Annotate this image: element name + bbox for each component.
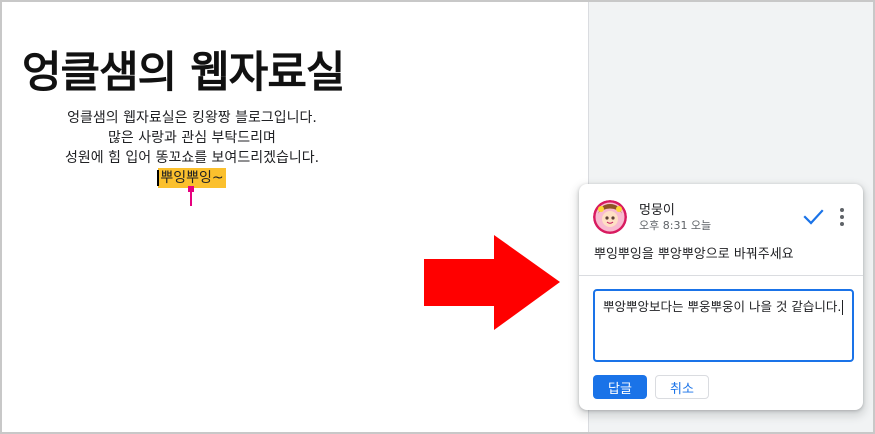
more-vert-icon[interactable] xyxy=(837,206,847,228)
document-page[interactable]: 엉클샘의 웹자료실 엉클샘의 웹자료실은 킹왕짱 블로그입니다. 많은 사랑과 … xyxy=(2,2,588,432)
cancel-button[interactable]: 취소 xyxy=(655,375,709,399)
document-body[interactable]: 엉클샘의 웹자료실은 킹왕짱 블로그입니다. 많은 사랑과 관심 부탁드리며 성… xyxy=(2,108,382,188)
text-caret xyxy=(157,170,160,186)
comment-divider xyxy=(579,275,863,276)
screenshot-frame: 엉클샘의 웹자료실 엉클샘의 웹자료실은 킹왕짱 블로그입니다. 많은 사랑과 … xyxy=(0,0,875,434)
reply-button[interactable]: 답글 xyxy=(593,375,647,399)
avatar-image-icon xyxy=(593,200,627,234)
body-line: 엉클샘의 웹자료실은 킹왕짱 블로그입니다. xyxy=(67,110,317,126)
comment-card[interactable]: 멍뭉이 오후 8:31 오늘 뿌잉뿌잉을 뿌앙뿌앙으로 바꿔주세요 뿌앙뿌앙보다… xyxy=(579,184,863,410)
checkmark-icon[interactable] xyxy=(802,206,824,228)
reply-input[interactable]: 뿌앙뿌앙보다는 뿌웅뿌웅이 나을 것 같습니다. xyxy=(593,289,854,362)
comment-text: 뿌잉뿌잉을 뿌앙뿌앙으로 바꿔주세요 xyxy=(594,247,794,262)
comment-anchor-marker xyxy=(188,186,194,206)
body-line: 많은 사랑과 관심 부탁드리며 xyxy=(108,130,276,146)
avatar[interactable] xyxy=(593,200,627,234)
highlight-line: 뿌잉뿌잉~ xyxy=(2,168,382,188)
comment-author: 멍뭉이 xyxy=(639,203,675,218)
commented-text-highlight[interactable]: 뿌잉뿌잉~ xyxy=(157,168,226,188)
reply-draft-text: 뿌앙뿌앙보다는 뿌웅뿌웅이 나을 것 같습니다. xyxy=(603,299,842,314)
document-title: 엉클샘의 웹자료실 xyxy=(22,48,345,98)
comment-timestamp: 오후 8:31 오늘 xyxy=(639,219,712,232)
text-cursor xyxy=(842,300,844,315)
body-line: 성원에 힘 입어 똥꼬쇼를 보여드리겠습니다. xyxy=(64,150,320,166)
red-arrow-icon xyxy=(424,235,560,330)
anchor-line xyxy=(190,192,192,206)
highlighted-text: 뿌잉뿌잉~ xyxy=(160,170,224,186)
